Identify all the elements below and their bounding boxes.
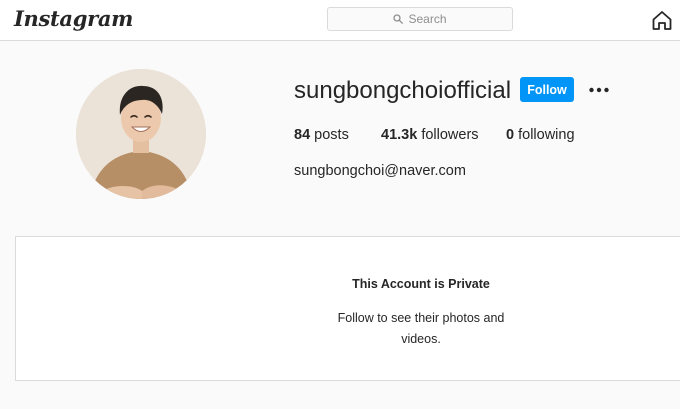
posts-count: 84 [294, 127, 311, 143]
profile-username: sungbongchoiofficial [294, 77, 512, 104]
search-placeholder: Search [408, 12, 447, 26]
private-account-description: Follow to see their photos and videos. [337, 311, 505, 346]
follow-button[interactable]: Follow [520, 77, 574, 102]
search-input[interactable]: Search [327, 7, 513, 31]
following-count: 0 [506, 127, 515, 143]
following-label: following [518, 127, 575, 143]
more-options-icon[interactable] [588, 83, 610, 95]
home-icon[interactable] [651, 9, 673, 31]
instagram-logo[interactable]: Instagram [14, 6, 133, 31]
profile-bio: sungbongchoi@naver.com [294, 163, 466, 179]
search-icon [393, 14, 404, 24]
posts-stat: 84 posts [294, 127, 349, 143]
followers-stat[interactable]: 41.3k followers [381, 127, 479, 143]
following-stat[interactable]: 0 following [506, 127, 575, 143]
private-account-panel: This Account is Private Follow to see th… [15, 236, 680, 381]
avatar-photo [76, 69, 206, 199]
profile-avatar[interactable] [76, 69, 206, 199]
followers-label: followers [421, 127, 479, 143]
private-account-title: This Account is Private [352, 277, 490, 291]
followers-count: 41.3k [381, 127, 418, 143]
posts-label: posts [314, 127, 349, 143]
top-nav-bar: Instagram Search [0, 0, 680, 41]
